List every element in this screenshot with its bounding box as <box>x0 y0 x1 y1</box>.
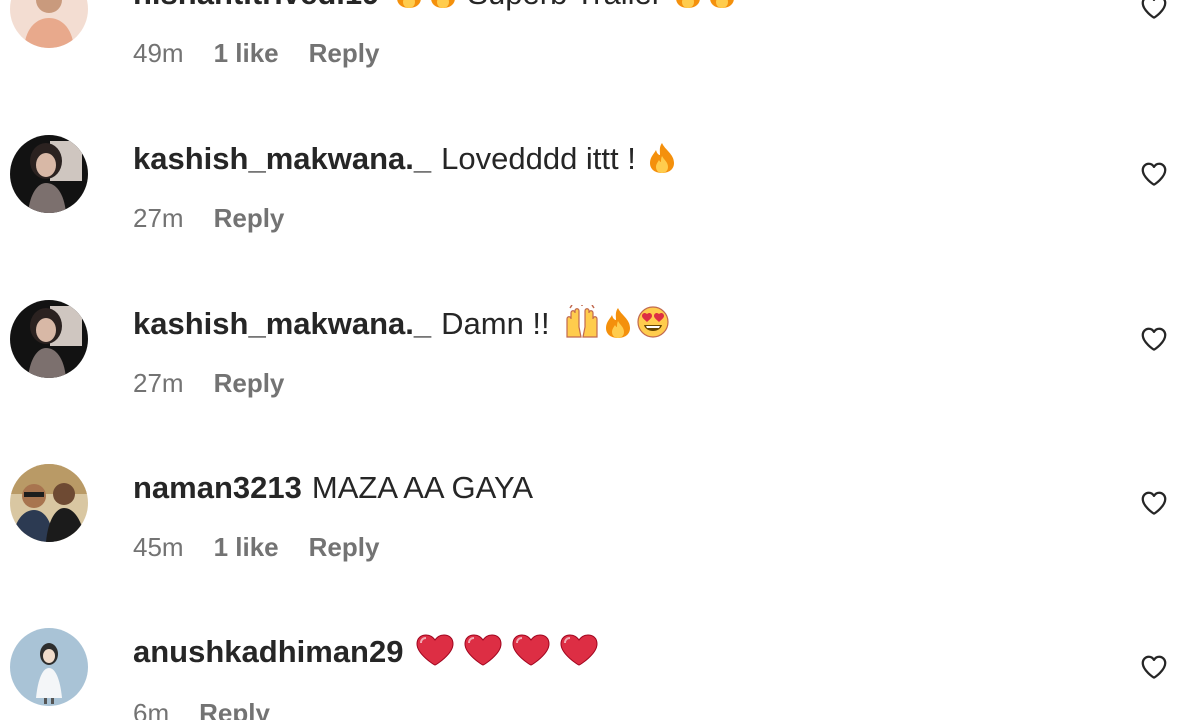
comment-time: 45m <box>133 532 184 562</box>
comment-username[interactable]: anushkadhiman29 <box>133 634 403 669</box>
heart-eyes-emoji-icon <box>636 305 670 339</box>
comment-text-line: anushkadhiman29 <box>133 632 599 672</box>
comment-meta: 45m 1 like Reply <box>133 530 379 564</box>
comment-item: naman3213 MAZA AA GAYA 45m 1 like Reply <box>0 464 1200 584</box>
comment-username[interactable]: kashish_makwana._ <box>133 306 431 341</box>
like-heart-icon[interactable] <box>1139 324 1169 354</box>
reply-button[interactable]: Reply <box>199 698 270 720</box>
comment-time: 49m <box>133 38 184 68</box>
fire-emoji-icon <box>395 0 423 9</box>
comment-item: kashish_makwana._ Damn !! 27m Reply <box>0 300 1200 420</box>
comment-text-line: kashish_makwana._ Damn !! <box>133 304 670 344</box>
fire-emoji-icon <box>648 142 676 174</box>
comment-username[interactable]: nishant.trivedi19 <box>133 0 379 11</box>
like-heart-icon[interactable] <box>1139 652 1169 682</box>
reply-button[interactable]: Reply <box>214 368 285 398</box>
avatar[interactable] <box>10 135 88 213</box>
comment-likes[interactable]: 1 like <box>214 532 279 562</box>
fire-emoji-icon <box>604 307 632 339</box>
comment-time: 6m <box>133 698 170 720</box>
reply-button[interactable]: Reply <box>309 532 380 562</box>
comment-item: kashish_makwana._ Lovedddd ittt ! 27m Repl… <box>0 135 1200 255</box>
avatar[interactable] <box>10 628 88 706</box>
comment-likes[interactable]: 1 like <box>214 38 279 68</box>
comment-meta: 6m Reply <box>133 696 270 720</box>
comment-body: Damn !! <box>441 306 550 341</box>
raising-hands-emoji-icon <box>564 305 600 339</box>
comment-body: MAZA AA GAYA <box>311 470 533 505</box>
like-heart-icon[interactable] <box>1139 159 1169 189</box>
comments-list: nishant.trivedi19 Superb Trailer 49m 1 lik… <box>0 0 1200 720</box>
avatar[interactable] <box>10 464 88 542</box>
fire-emoji-icon <box>674 0 702 9</box>
avatar[interactable] <box>10 0 88 48</box>
reply-button[interactable]: Reply <box>214 203 285 233</box>
comment-body: Lovedddd ittt ! <box>441 141 636 176</box>
comment-body: Superb Trailer <box>467 0 662 11</box>
like-heart-icon[interactable] <box>1139 488 1169 518</box>
red-heart-emoji-icon <box>415 633 455 667</box>
fire-emoji-icon <box>429 0 457 9</box>
comment-username[interactable]: kashish_makwana._ <box>133 141 431 176</box>
fire-emoji-icon <box>708 0 736 9</box>
avatar[interactable] <box>10 300 88 378</box>
comment-text-line: kashish_makwana._ Lovedddd ittt ! <box>133 139 676 179</box>
comment-meta: 49m 1 like Reply <box>133 36 379 70</box>
comment-text-line: nishant.trivedi19 Superb Trailer <box>133 0 736 14</box>
comment-meta: 27m Reply <box>133 366 284 400</box>
comment-item: anushkadhiman29 6m Reply <box>0 628 1200 720</box>
red-heart-emoji-icon <box>463 633 503 667</box>
comment-time: 27m <box>133 368 184 398</box>
like-heart-icon[interactable] <box>1139 0 1169 22</box>
red-heart-emoji-icon <box>559 633 599 667</box>
comment-item: nishant.trivedi19 Superb Trailer 49m 1 lik… <box>0 0 1200 90</box>
comment-username[interactable]: naman3213 <box>133 470 302 505</box>
reply-button[interactable]: Reply <box>309 38 380 68</box>
comment-meta: 27m Reply <box>133 201 284 235</box>
red-heart-emoji-icon <box>511 633 551 667</box>
comment-time: 27m <box>133 203 184 233</box>
comment-text-line: naman3213 MAZA AA GAYA <box>133 468 533 508</box>
